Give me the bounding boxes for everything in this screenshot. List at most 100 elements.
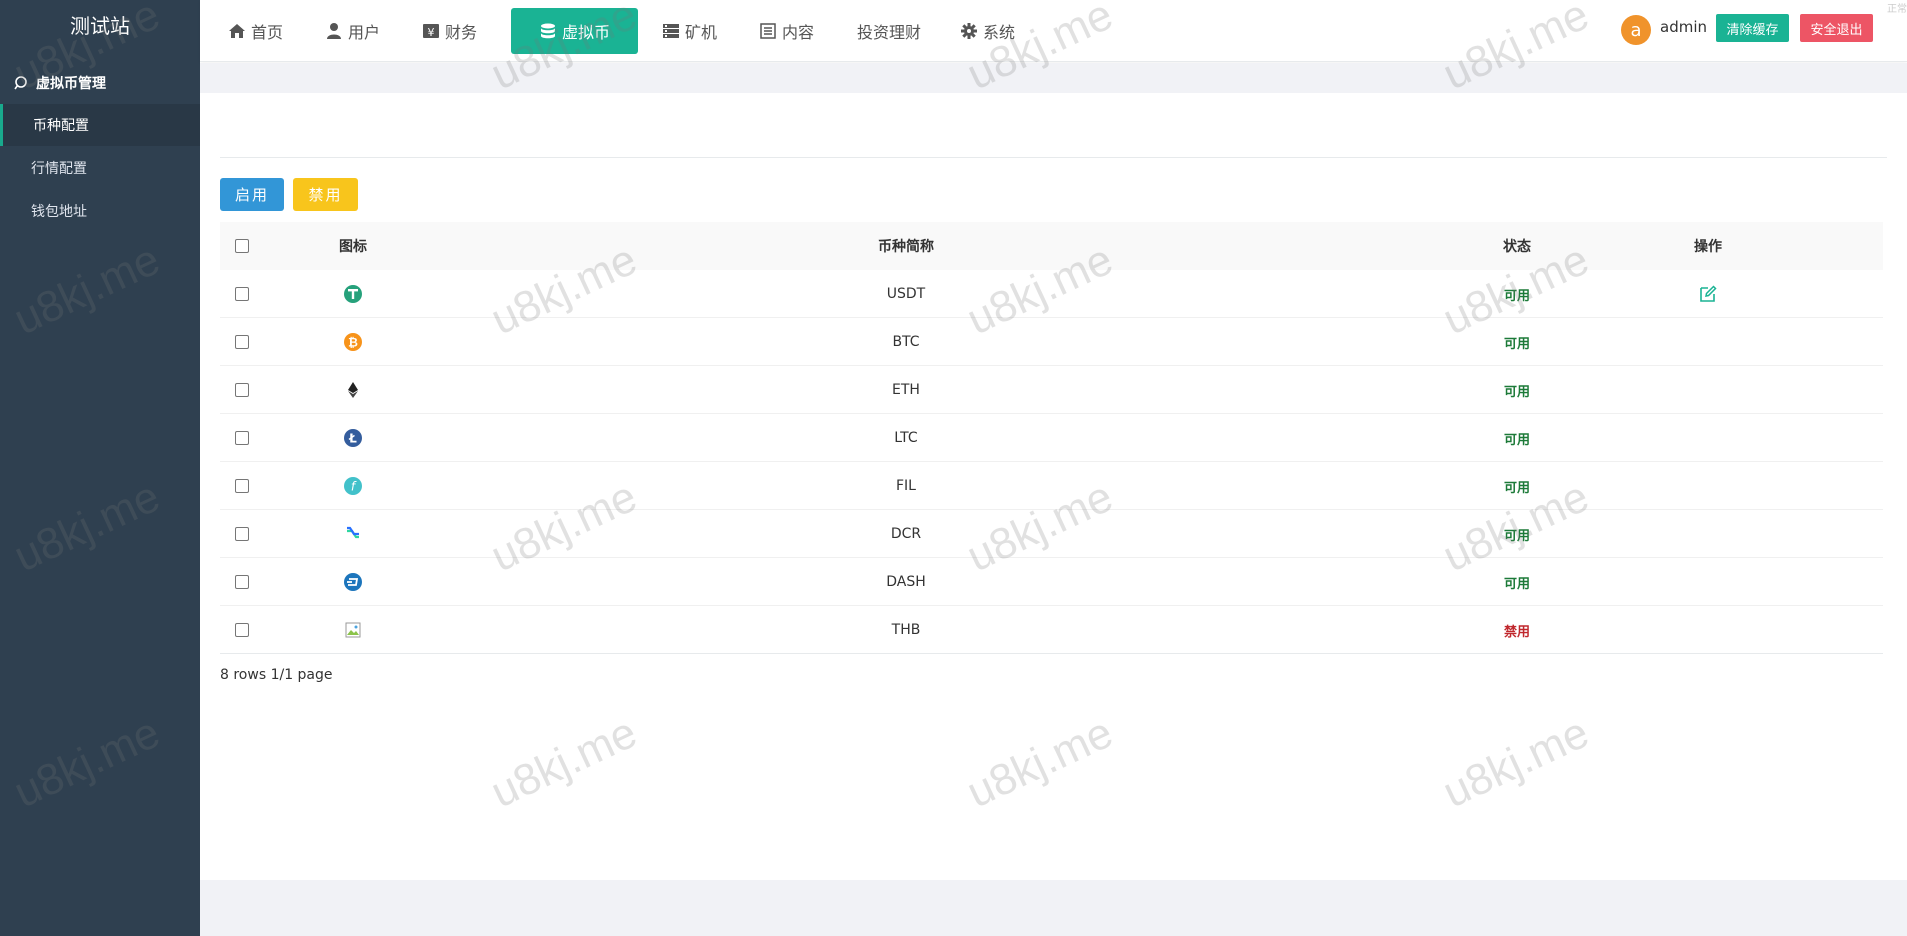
eth-icon [348,382,358,398]
svg-text:Ł: Ł [348,432,357,446]
sidebar-item-market-config[interactable]: 行情配置 [0,147,200,189]
coin-name: ETH [892,382,920,398]
coin-name: USDT [886,286,926,302]
status-badge: 可用 [1503,384,1530,400]
coin-name: THB [891,622,921,638]
dash-icon [344,573,362,591]
nav-label: 首页 [251,23,284,42]
list-icon [760,23,776,39]
coin-icon-cell [300,606,406,654]
server-icon [663,24,679,38]
coin-icon-cell: f [300,462,406,510]
row-checkbox[interactable] [235,479,249,493]
row-checkbox-cell [220,558,264,606]
broken-image-icon [345,622,361,638]
status-badge: 可用 [1503,480,1530,496]
row-checkbox-cell [220,318,264,366]
nav-virtual-coin[interactable]: 虚拟币 [511,8,638,54]
status-badge: 可用 [1503,336,1530,352]
username[interactable]: admin [1660,18,1707,36]
header-icon: 图标 [339,239,367,255]
operation-cell [1648,270,1768,318]
sidebar-item-label: 行情配置 [31,161,87,177]
home-icon [229,24,245,38]
user-icon [327,23,341,39]
table-row: USDT 可用 [220,270,1883,318]
nav-label: 投资理财 [857,23,922,42]
svg-text:¥: ¥ [428,26,435,39]
nav-user[interactable]: 用户 [325,8,380,54]
nav-label: 虚拟币 [561,23,610,42]
nav-investment[interactable]: 投资理财 [857,8,921,54]
table-row: DASH 可用 [220,558,1883,606]
table-row: ₿ BTC 可用 [220,318,1883,366]
row-checkbox-cell [220,606,264,654]
coin-name: DASH [886,574,926,590]
clear-cache-button[interactable]: 清除缓存 [1716,14,1789,42]
nav-content[interactable]: 内容 [759,8,814,54]
sidebar: 测试站 虚拟币管理 币种配置 行情配置 钱包地址 [0,0,200,936]
nav-system[interactable]: 系统 [960,8,1015,54]
coin-icon-cell [300,366,406,414]
enable-button[interactable]: 启用 [220,178,284,211]
sidebar-item-label: 币种配置 [33,118,89,134]
coin-icon-cell [300,270,406,318]
finance-icon: ¥ [423,24,439,39]
ltc-icon: Ł [344,429,362,447]
header-name: 币种简称 [878,239,934,255]
sidebar-item-label: 钱包地址 [31,204,87,220]
row-checkbox-cell [220,270,264,318]
coin-name: DCR [890,526,922,542]
corner-status-text: 正常 [1887,4,1907,15]
row-checkbox[interactable] [235,383,249,397]
coin-name: BTC [892,334,920,350]
coin-name: LTC [894,430,918,446]
status-badge: 可用 [1503,576,1530,592]
nav-label: 财务 [445,23,478,42]
dcr-icon [347,526,359,539]
table-header: 图标 币种简称 状态 操作 [220,222,1883,270]
menu-group-virtual-coin[interactable]: 虚拟币管理 [0,68,200,98]
row-checkbox[interactable] [235,527,249,541]
table-row: THB 禁用 [220,606,1883,654]
nav-label: 用户 [348,23,381,42]
table-row: Ł LTC 可用 [220,414,1883,462]
nav-label: 内容 [782,23,815,42]
select-all-checkbox[interactable] [235,239,249,253]
status-badge: 可用 [1503,288,1530,304]
row-checkbox[interactable] [235,575,249,589]
edit-icon[interactable] [1698,284,1718,304]
coin-name: FIL [896,478,916,494]
coin-icon-cell: ₿ [300,318,406,366]
fil-icon: f [344,477,362,495]
nav-label: 系统 [983,23,1016,42]
header-operation: 操作 [1694,239,1722,255]
search-icon [14,76,27,90]
coin-icon-cell: Ł [300,414,406,462]
sidebar-item-wallet-address[interactable]: 钱包地址 [0,190,200,232]
avatar[interactable]: a [1621,15,1651,45]
nav-finance[interactable]: ¥ 财务 [422,8,477,54]
pagination-info: 8 rows 1/1 page [220,667,333,683]
row-checkbox[interactable] [235,335,249,349]
row-checkbox[interactable] [235,287,249,301]
status-badge: 禁用 [1503,624,1530,640]
table-row: ETH 可用 [220,366,1883,414]
row-checkbox-cell [220,510,264,558]
nav-home[interactable]: 首页 [228,8,283,54]
menu-group-label: 虚拟币管理 [36,76,106,92]
usdt-icon [344,285,362,303]
logout-button[interactable]: 安全退出 [1800,14,1873,42]
row-checkbox[interactable] [235,623,249,637]
status-badge: 可用 [1503,528,1530,544]
coin-icon-cell [300,510,406,558]
row-checkbox[interactable] [235,431,249,445]
nav-miner[interactable]: 矿机 [662,8,717,54]
select-all-checkbox-cell [220,222,264,270]
site-title: 测试站 [70,14,130,38]
gear-icon [961,23,977,39]
btc-icon: ₿ [344,333,362,351]
disable-button[interactable]: 禁用 [293,178,358,211]
sidebar-item-coin-config[interactable]: 币种配置 [0,104,200,146]
svg-text:₿: ₿ [348,336,358,350]
